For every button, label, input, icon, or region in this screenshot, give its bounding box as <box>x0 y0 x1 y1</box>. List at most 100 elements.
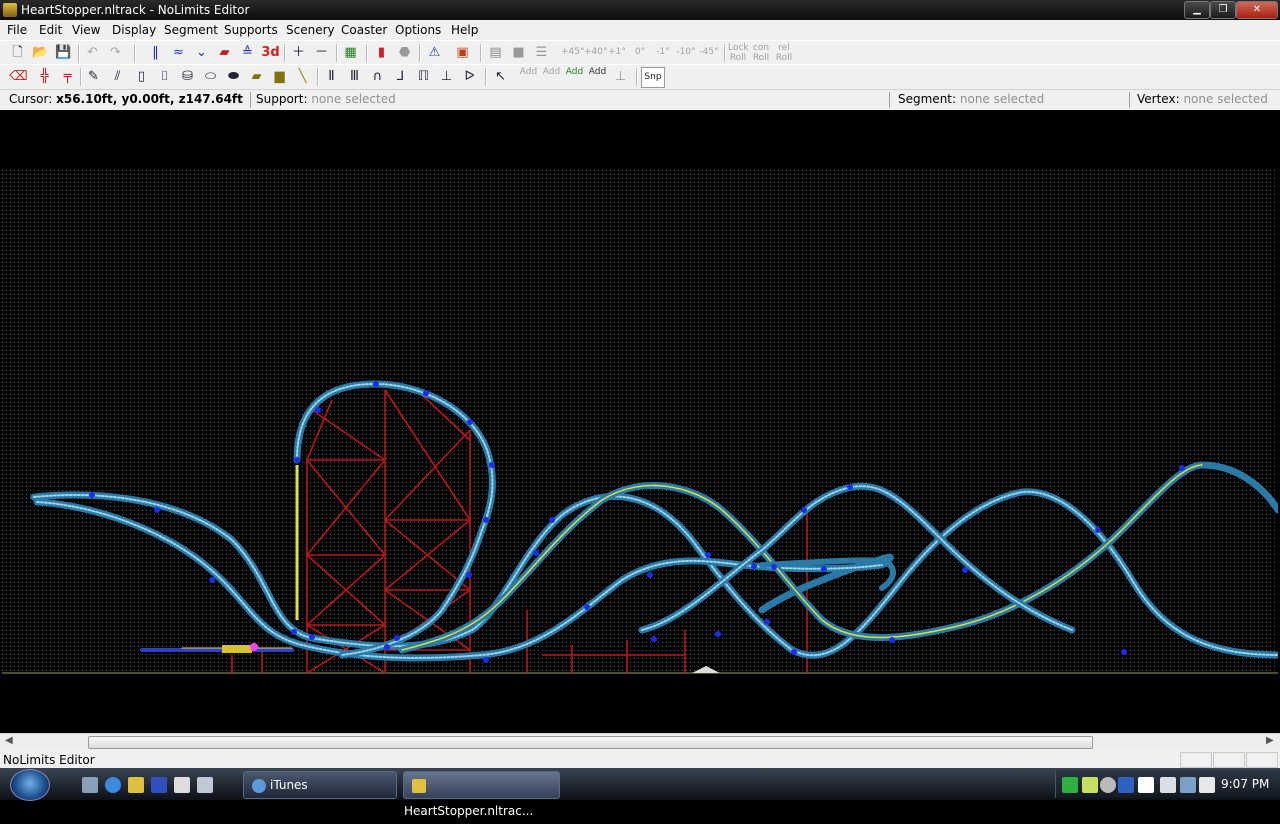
notepad-icon[interactable] <box>197 777 213 793</box>
clock[interactable]: 9:07 PM <box>1221 777 1269 791</box>
vertex-readout: Vertex: none selected <box>1137 92 1268 106</box>
eraser-icon[interactable]: ⌫ <box>9 67 28 86</box>
zoom-out-icon[interactable]: － <box>312 43 331 62</box>
fire-icon[interactable]: ▣ <box>453 43 472 62</box>
menu-supports[interactable]: Supports <box>224 23 278 37</box>
block-icon[interactable]: ▆ <box>270 67 289 86</box>
pillar-icon[interactable]: ⌷ <box>155 67 174 86</box>
add-node-button[interactable]: Add <box>565 67 584 86</box>
menu-options[interactable]: Options <box>395 23 441 37</box>
menu-display[interactable]: Display <box>112 23 156 37</box>
add-connector-button[interactable]: Add <box>519 67 538 86</box>
con-roll-button[interactable]: con Roll <box>751 43 771 63</box>
track-dip-icon[interactable]: ⌄ <box>192 43 211 62</box>
grid-icon[interactable]: ▦ <box>341 43 360 62</box>
tray-app-icon[interactable] <box>1118 777 1134 793</box>
track-view-icon[interactable]: ‖ <box>146 43 165 62</box>
angle-minus45-button[interactable]: -45° <box>699 43 719 62</box>
network-icon[interactable] <box>1180 777 1196 793</box>
align-icon[interactable]: ☰ <box>532 43 551 62</box>
grid-toggle-icon[interactable]: ▤ <box>486 43 505 62</box>
angle-plus40-button[interactable]: +40° <box>584 43 608 62</box>
tray-status-icon[interactable] <box>1100 777 1116 793</box>
show-desktop-icon[interactable] <box>82 777 98 793</box>
angle-plus1-button[interactable]: +1° <box>607 43 627 62</box>
minimize-button[interactable]: ▁ <box>1184 1 1210 19</box>
pencil-icon[interactable]: ✎ <box>84 67 103 86</box>
scroll-left-icon[interactable]: ◀ <box>5 735 13 746</box>
track-curve-icon[interactable]: ≈ <box>169 43 188 62</box>
tray-safely-remove-icon[interactable] <box>1160 777 1176 793</box>
support-arch-icon[interactable]: ∩ <box>368 67 387 86</box>
track-editor-canvas[interactable] <box>2 110 1280 732</box>
triangle-tool-icon[interactable]: ⚠ <box>425 43 444 62</box>
tray-messenger-icon[interactable] <box>1082 777 1098 793</box>
calculator-icon[interactable] <box>174 777 190 793</box>
support-pole-icon[interactable]: Ⅱ <box>322 67 341 86</box>
double-pencil-icon[interactable]: ⫽ <box>108 67 127 86</box>
menu-scenery[interactable]: Scenery <box>286 23 335 37</box>
menu-edit[interactable]: Edit <box>39 23 62 37</box>
save-icon[interactable]: 💾 <box>54 43 73 62</box>
support-frame-icon[interactable]: Ⅲ <box>345 67 364 86</box>
angle-0-button[interactable]: 0° <box>630 43 650 62</box>
taskbar: iTunes HeartStopper.nltrac... 9:07 PM <box>0 768 1280 818</box>
menu-coaster[interactable]: Coaster <box>341 23 387 37</box>
support-bent-icon[interactable]: ⅃ <box>391 67 410 86</box>
menu-help[interactable]: Help <box>451 23 478 37</box>
redo-icon[interactable]: ↷ <box>106 43 125 62</box>
add-support-button[interactable]: Add <box>588 67 607 86</box>
undo-icon[interactable]: ↶ <box>83 43 102 62</box>
editor-quicklaunch-icon[interactable] <box>151 777 167 793</box>
bottom-status-text: NoLimits Editor <box>3 753 95 767</box>
pillar-thin-icon[interactable]: ▯ <box>132 67 151 86</box>
cylinder-icon[interactable]: ⛁ <box>178 67 197 86</box>
node-insert-icon[interactable]: ╬ <box>35 67 54 86</box>
open-folder-icon[interactable]: 📂 <box>31 43 50 62</box>
3d-view-icon[interactable]: 3d <box>261 43 280 62</box>
select-cursor-icon[interactable]: ↖ <box>491 67 510 86</box>
start-button[interactable] <box>10 769 50 801</box>
footer-large-icon[interactable]: ⬬ <box>224 67 243 86</box>
fill-icon[interactable]: ■ <box>509 43 528 62</box>
snap-button[interactable]: Snp <box>641 67 665 88</box>
horizontal-scrollbar[interactable]: ◀ ▶ <box>0 733 1280 750</box>
taskbar-item-heartstopper[interactable]: HeartStopper.nltrac... <box>403 771 560 818</box>
internet-explorer-icon[interactable] <box>105 777 121 793</box>
status-panel-1 <box>1180 752 1212 768</box>
scroll-thumb[interactable] <box>88 736 1093 749</box>
window-title: HeartStopper.nltrack - NoLimits Editor <box>21 3 250 17</box>
connector-icon[interactable]: ╤ <box>58 67 77 86</box>
angle-minus10-button[interactable]: -10° <box>676 43 696 62</box>
scroll-right-icon[interactable]: ▶ <box>1266 735 1274 746</box>
volume-icon[interactable] <box>1199 777 1215 793</box>
lock-roll-button[interactable]: Lock Roll <box>728 43 749 63</box>
tray-doc-icon[interactable] <box>1138 777 1154 793</box>
tray-green-icon[interactable] <box>1062 777 1078 793</box>
footer-place-icon[interactable]: ⊥ <box>611 67 630 86</box>
beam-icon[interactable]: ╲ <box>293 67 312 86</box>
angle-plus45-button[interactable]: +45° <box>561 43 585 62</box>
restore-button[interactable]: ❐ <box>1210 1 1236 19</box>
add-rail-button[interactable]: Add <box>542 67 561 86</box>
angle-minus1-button[interactable]: -1° <box>653 43 673 62</box>
footer-icon[interactable]: ⬭ <box>201 67 220 86</box>
close-button[interactable]: ✕ <box>1236 1 1278 19</box>
support-double-icon[interactable]: ℿ <box>414 67 433 86</box>
rel-roll-button[interactable]: rel Roll <box>774 43 794 63</box>
zoom-in-icon[interactable]: ＋ <box>289 43 308 62</box>
station-icon[interactable]: ≙ <box>238 43 257 62</box>
support-angle-icon[interactable]: ⊥ <box>437 67 456 86</box>
nolimits-quicklaunch-icon[interactable] <box>128 777 144 793</box>
new-file-icon[interactable]: 🗋 <box>8 43 27 62</box>
menu-segment[interactable]: Segment <box>164 23 218 37</box>
traffic-light-icon[interactable]: ▮ <box>372 43 391 62</box>
taskbar-item-itunes[interactable]: iTunes <box>243 771 397 799</box>
support-flag-icon[interactable]: ᐅ <box>460 67 479 86</box>
menu-file[interactable]: File <box>7 23 27 37</box>
train-icon[interactable]: ▰ <box>215 43 234 62</box>
menu-view[interactable]: View <box>72 23 100 37</box>
track-side-view[interactable] <box>2 110 1280 732</box>
stop-icon[interactable]: ⬣ <box>395 43 414 62</box>
plate-icon[interactable]: ▰ <box>247 67 266 86</box>
